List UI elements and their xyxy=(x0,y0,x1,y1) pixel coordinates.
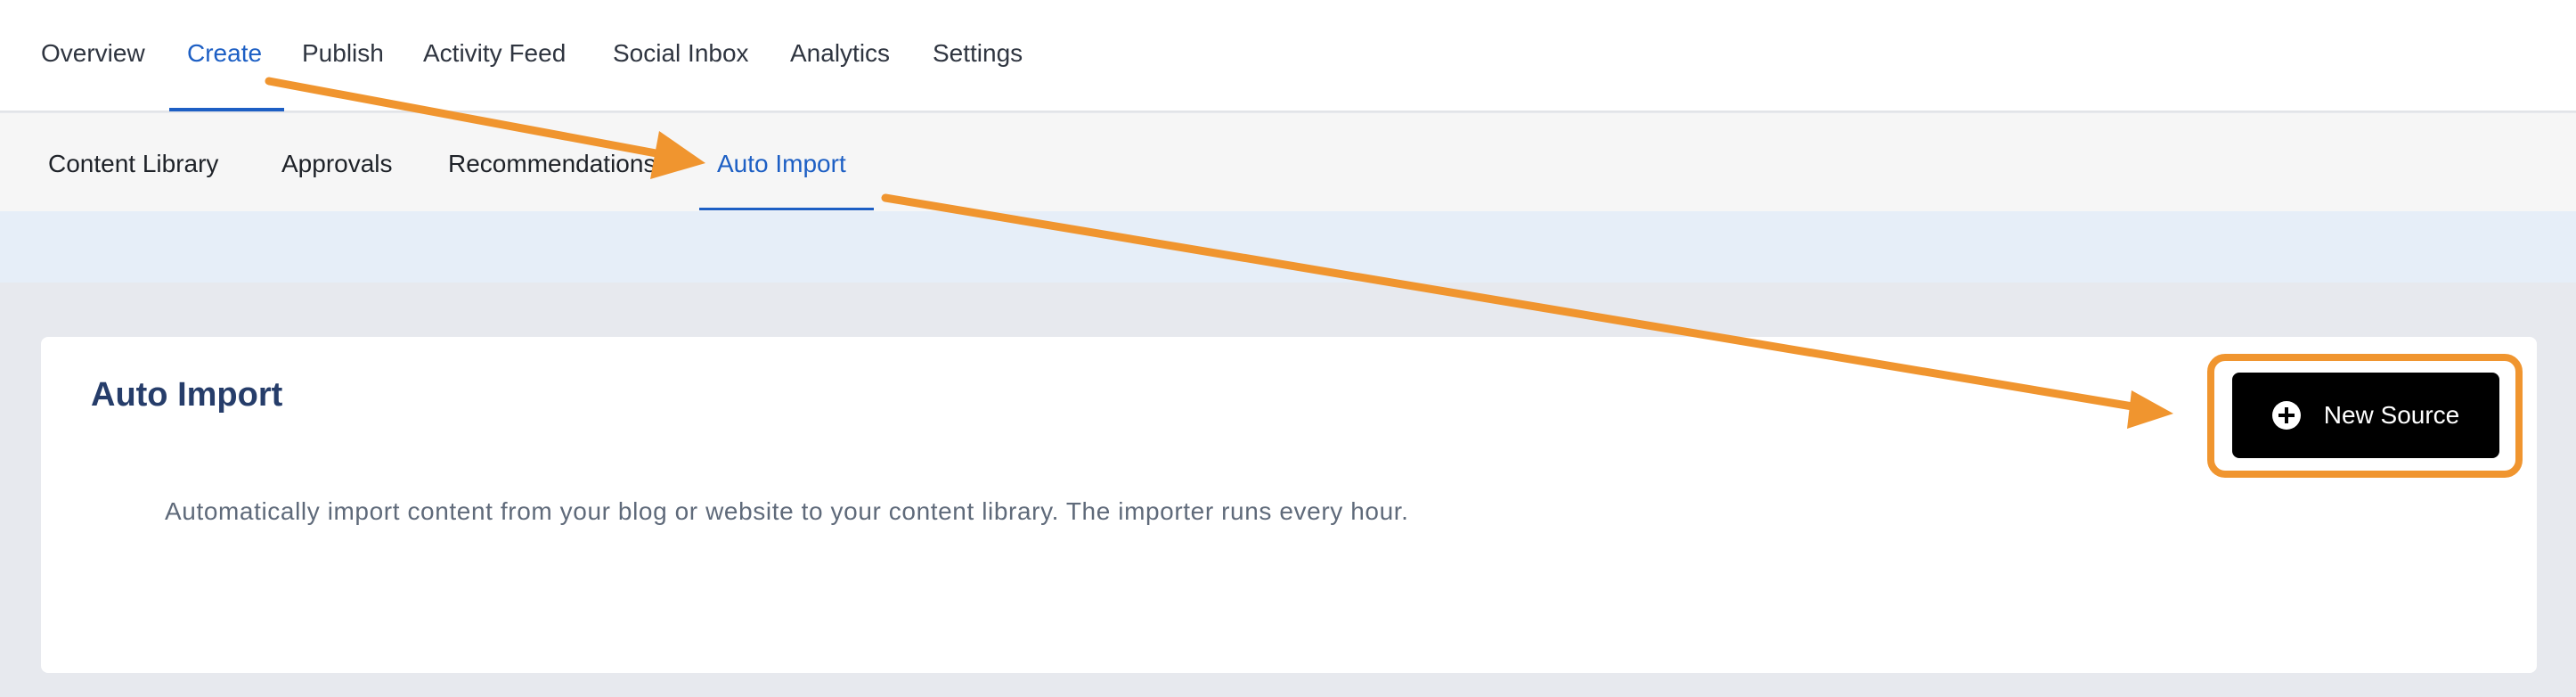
page-title: Auto Import xyxy=(91,376,283,414)
tab-activity-feed[interactable]: Activity Feed xyxy=(423,39,566,68)
subtab-approvals[interactable]: Approvals xyxy=(281,150,393,178)
tab-publish[interactable]: Publish xyxy=(302,39,384,68)
subtab-content-library[interactable]: Content Library xyxy=(48,150,218,178)
active-subtab-indicator xyxy=(699,208,874,210)
tab-analytics[interactable]: Analytics xyxy=(790,39,890,68)
sub-navigation: Content Library Approvals Recommendation… xyxy=(0,113,2576,211)
new-source-button[interactable]: New Source xyxy=(2232,373,2499,458)
tab-settings[interactable]: Settings xyxy=(933,39,1023,68)
subtab-auto-import[interactable]: Auto Import xyxy=(717,150,846,178)
subtab-recommendations[interactable]: Recommendations xyxy=(448,150,656,178)
top-navigation: Overview Create Publish Activity Feed So… xyxy=(0,0,2576,112)
page-header-band xyxy=(0,211,2576,283)
tab-create[interactable]: Create xyxy=(187,39,262,68)
description-text: Automatically import content from your b… xyxy=(165,497,1409,525)
active-tab-indicator xyxy=(169,108,284,111)
new-source-label: New Source xyxy=(2323,401,2460,429)
tab-social-inbox[interactable]: Social Inbox xyxy=(613,39,749,68)
auto-import-card: Auto Import Automatically import content… xyxy=(41,337,2537,673)
plus-circle-icon xyxy=(2271,401,2301,430)
tab-overview[interactable]: Overview xyxy=(41,39,145,68)
